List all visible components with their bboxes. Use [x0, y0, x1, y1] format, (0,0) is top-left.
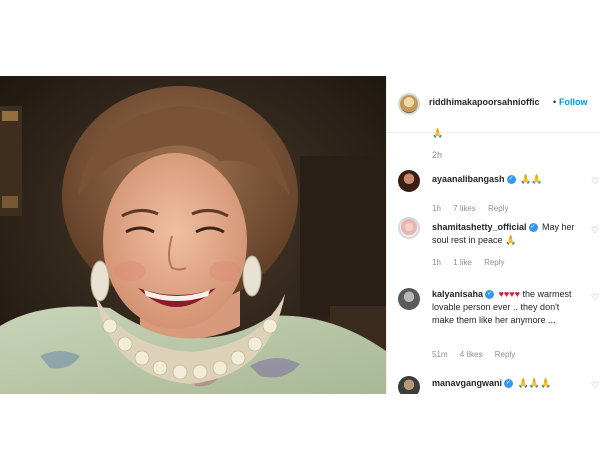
like-heart-icon[interactable]: ♡	[591, 225, 600, 235]
caption-emoji: 🙏	[432, 128, 444, 138]
verified-badge-icon: ✓	[528, 223, 538, 233]
like-heart-icon[interactable]: ♡	[591, 380, 600, 390]
comment-body: 🙏🙏🙏	[517, 378, 552, 388]
commenter-avatar[interactable]	[398, 170, 420, 192]
reply-button[interactable]: Reply	[488, 204, 508, 213]
post-author-avatar[interactable]	[398, 93, 420, 115]
comment-time[interactable]: 1h	[432, 258, 441, 267]
instagram-post-frame: riddhimakapoorsahnioffic • Follow 🙏 2h a…	[0, 76, 600, 394]
caption-timestamp[interactable]: 2h	[432, 150, 442, 160]
comment-meta: 51m 4 likes Reply	[432, 350, 525, 359]
comment-likes[interactable]: 4 likes	[460, 350, 483, 359]
post-photo[interactable]	[0, 76, 386, 394]
comment-text: manavgangwani ✓ 🙏🙏🙏	[432, 377, 577, 390]
comment-text: shamitashetty_official ✓ May her soul res…	[432, 221, 577, 247]
like-heart-icon[interactable]: ♡	[591, 176, 600, 186]
commenter-username[interactable]: shamitashetty_official	[432, 222, 527, 232]
commenter-username[interactable]: manavgangwani	[432, 378, 502, 388]
comment-meta: 1h 1 like Reply	[432, 258, 515, 267]
comment-text: ayaanalibangash ✓ 🙏🙏	[432, 173, 577, 186]
commenter-avatar[interactable]	[398, 288, 420, 310]
verified-badge-icon: ✓	[504, 379, 514, 389]
comments-panel: riddhimakapoorsahnioffic • Follow 🙏 2h a…	[386, 76, 600, 394]
like-heart-icon[interactable]: ♡	[591, 292, 600, 302]
post-photo-image	[0, 76, 386, 394]
commenter-username[interactable]: kalyanisaha	[432, 289, 483, 299]
commenter-avatar[interactable]	[398, 376, 420, 394]
comment-text: kalyanisaha ✓ ♥♥♥♥ the warmest lovable pe…	[432, 288, 577, 327]
comment-time[interactable]: 51m	[432, 350, 448, 359]
post-header: riddhimakapoorsahnioffic • Follow	[387, 76, 600, 133]
comment-likes[interactable]: 1 like	[453, 258, 472, 267]
separator-dot: •	[553, 97, 557, 107]
comment-likes[interactable]: 7 likes	[453, 204, 476, 213]
reply-button[interactable]: Reply	[495, 350, 515, 359]
follow-button[interactable]: Follow	[559, 97, 588, 107]
verified-badge-icon: ✓	[506, 175, 516, 185]
comment-time[interactable]: 1h	[432, 204, 441, 213]
commenter-avatar[interactable]	[398, 217, 420, 239]
comment-meta: 1h 7 likes Reply	[432, 204, 519, 213]
verified-badge-icon: ✓	[485, 290, 495, 300]
hearts-emoji: ♥♥♥♥	[498, 289, 520, 299]
post-author-username[interactable]: riddhimakapoorsahnioffic	[429, 97, 540, 107]
reply-button[interactable]: Reply	[484, 258, 504, 267]
commenter-username[interactable]: ayaanalibangash	[432, 174, 505, 184]
comment-body: 🙏🙏	[520, 174, 543, 184]
